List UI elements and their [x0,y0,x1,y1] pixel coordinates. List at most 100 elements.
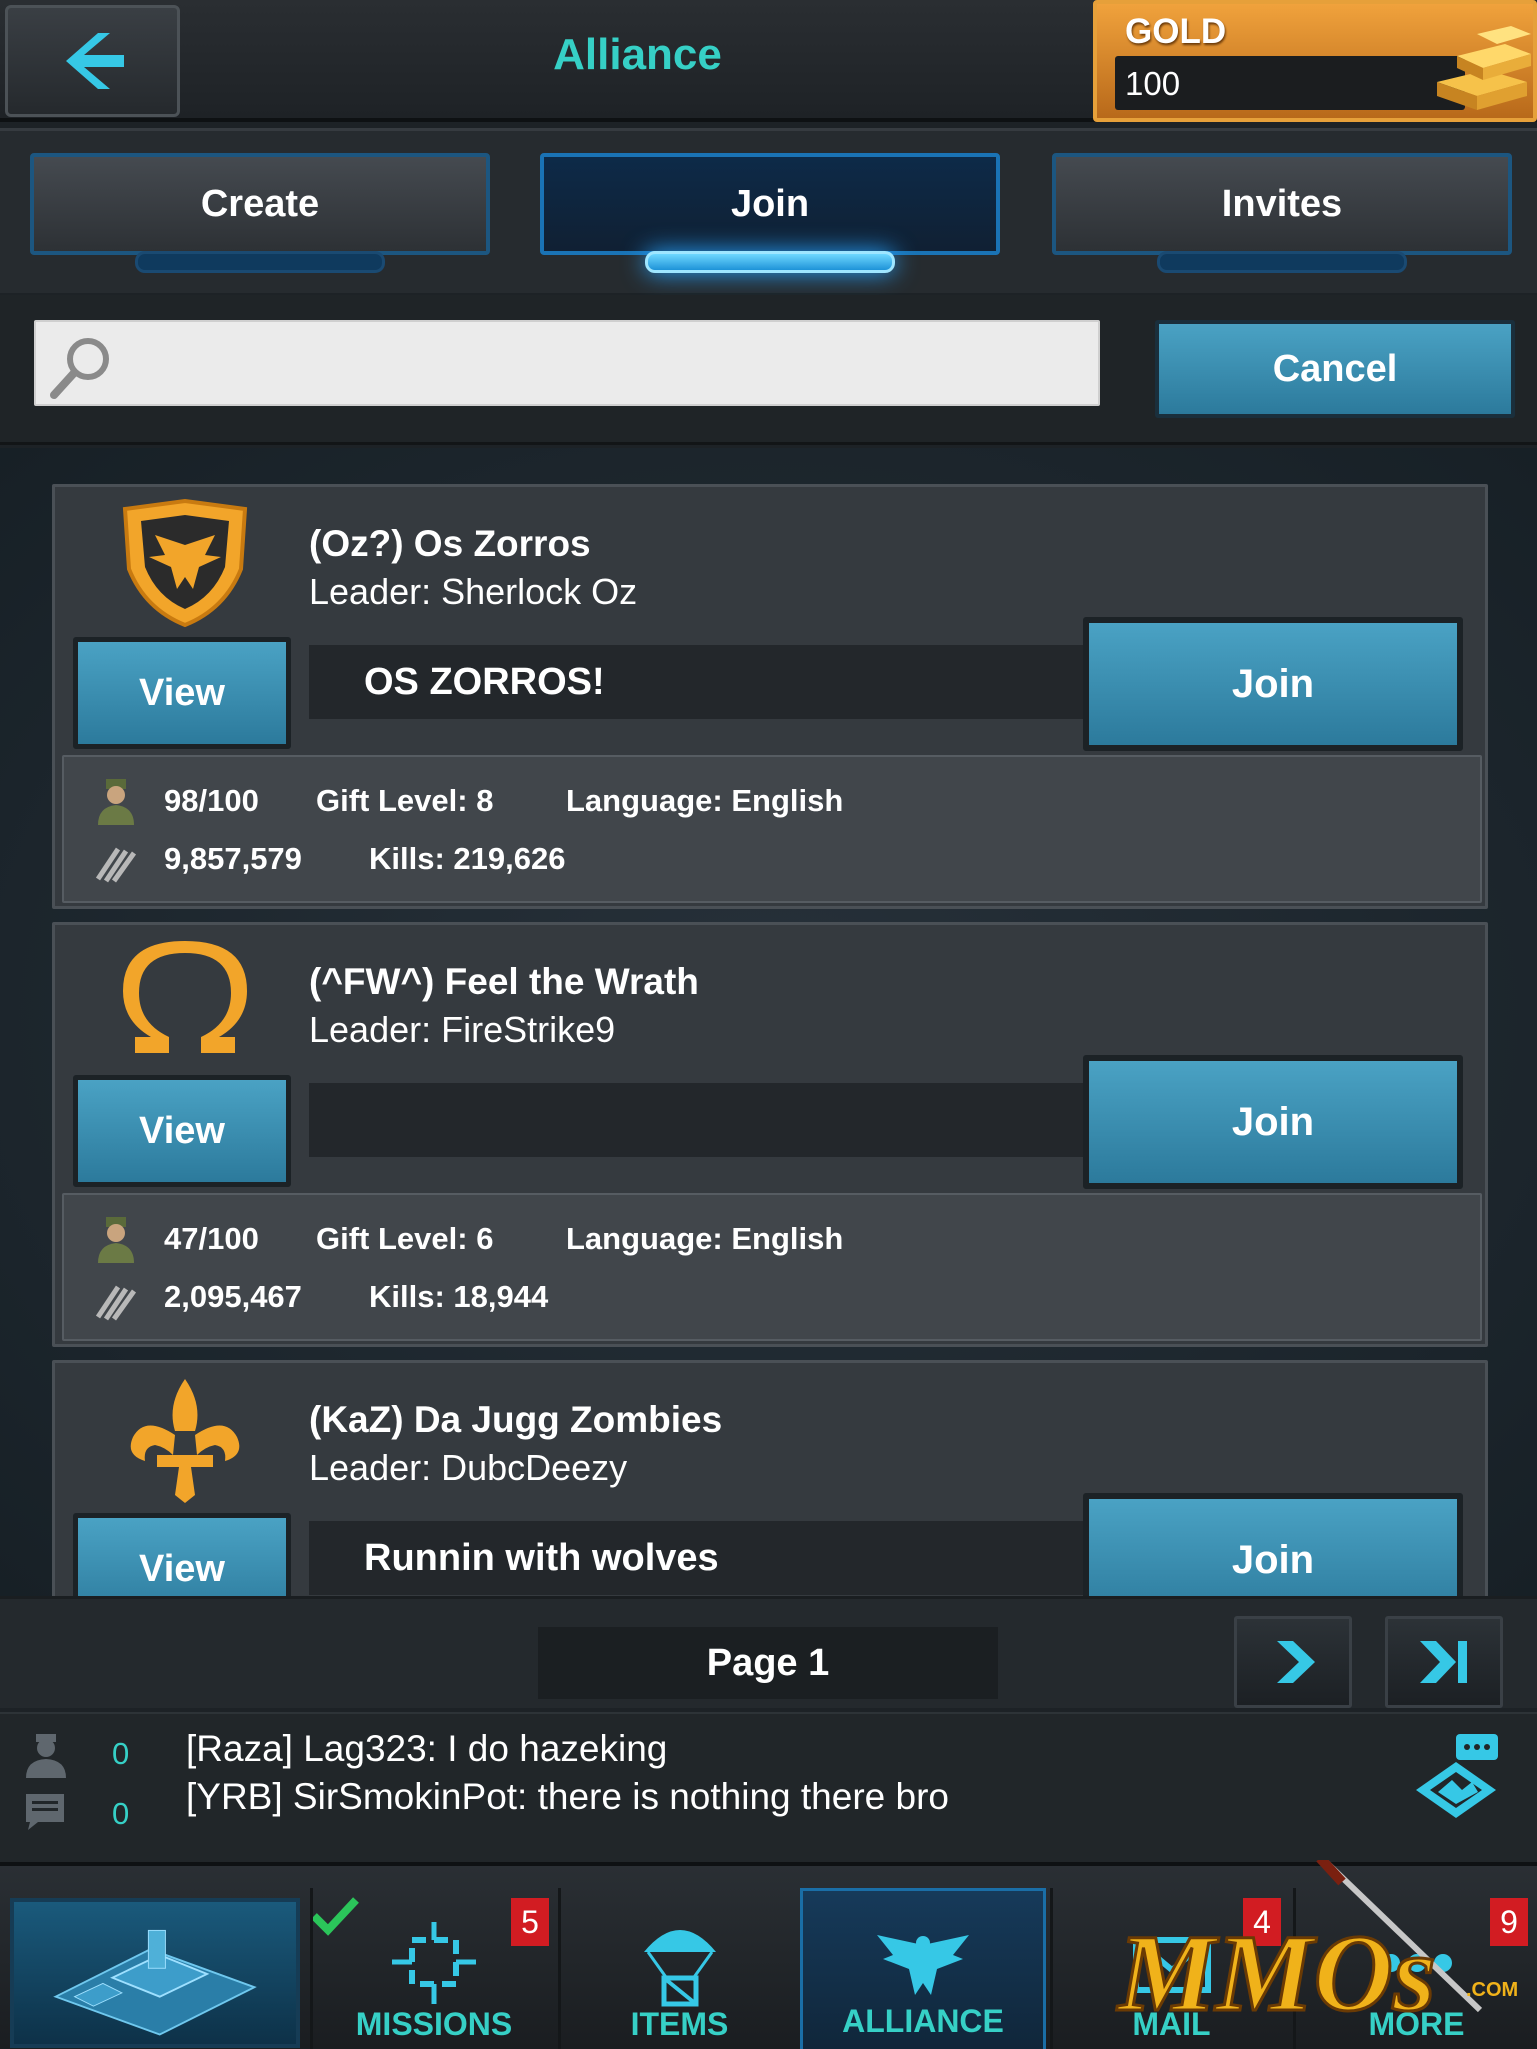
alliance-leader: Leader: DubcDeezy [309,1447,628,1488]
ammo-icon [95,1285,137,1321]
last-page-button[interactable] [1385,1616,1503,1708]
view-label: View [139,1547,225,1590]
chat-bar[interactable]: 0 0 [Raza] Lag323: I do hazeking [YRB] S… [0,1712,1537,1862]
language: Language: English [566,783,844,818]
eagle-shield-icon [122,499,248,628]
more-badge: 9 [1490,1898,1528,1946]
player-icon [26,1734,66,1778]
alliance-name: (^FW^) Feel the Wrath [309,961,699,1002]
alliance-name: (KaZ) Da Jugg Zombies [309,1399,723,1440]
player-count: 0 [112,1736,130,1771]
join-label: Join [1231,1537,1315,1582]
language: Language: English [566,1221,844,1256]
view-button[interactable]: View [73,1075,291,1187]
alliance-motto: OS ZORROS! [309,645,1091,719]
missions-badge: 5 [511,1898,549,1946]
view-label: View [139,671,225,714]
chat-message: [YRB] SirSmokinPot: there is nothing the… [186,1776,949,1817]
mail-icon [1132,1937,1211,1993]
nav-alliance-label: ALLIANCE [842,2003,1004,2039]
soldier-icon [98,1217,134,1263]
alliance-motto [309,1083,1091,1157]
gold-balance[interactable]: GOLD 100 [1093,0,1537,122]
back-button[interactable] [5,5,180,117]
alliance-card: (^FW^) Feel the Wrath Leader: FireStrike… [52,922,1488,1347]
join-button[interactable]: Join [1083,617,1463,751]
alliance-list[interactable]: (Oz?) Os Zorros Leader: Sherlock Oz View… [0,448,1537,1596]
search-icon [50,338,109,399]
message-icon [26,1794,64,1830]
alliance-tabs: Create Join Invites [0,128,1537,293]
crosshair-icon [392,1922,476,2004]
member-count: 47/100 [164,1221,259,1256]
tab-invites[interactable]: Invites [1052,153,1512,255]
join-button[interactable]: Join [1083,1493,1463,1596]
alliance-stats: 98/100 Gift Level: 8 Language: English 9… [62,755,1482,903]
message-count: 0 [112,1796,130,1831]
fleur-de-lis-icon [130,1379,240,1503]
alliance-motto-text: Runnin with wolves [364,1537,719,1579]
nav-alliance[interactable]: ALLIANCE [800,1888,1046,2049]
gold-bars-icon [1437,26,1531,110]
alliance-name: (Oz?) Os Zorros [309,523,591,564]
join-button[interactable]: Join [1083,1055,1463,1189]
gold-label: GOLD [1125,12,1227,51]
header-bar: Alliance GOLD 100 [0,0,1537,122]
nav-more[interactable]: 9 MORE [1293,1888,1537,2049]
tab-join[interactable]: Join [540,153,1000,255]
pagination-bar: Page 1 [0,1596,1537,1723]
cancel-label: Cancel [1272,347,1398,390]
alliance-leader: Leader: FireStrike9 [309,1009,616,1050]
member-count: 98/100 [164,783,259,818]
base-icon [53,1929,257,2036]
skip-to-last-icon [1420,1641,1467,1683]
ammo-icon [95,847,137,883]
nav-mail[interactable]: 4 MAIL [1050,1888,1290,2049]
alliance-motto-text: OS ZORROS! [364,661,605,703]
kills-value: Kills: 219,626 [369,841,566,876]
alliance-card: (KaZ) Da Jugg Zombies Leader: DubcDeezy … [52,1360,1488,1596]
view-button[interactable]: View [73,1513,291,1596]
kills-value: Kills: 18,944 [369,1279,549,1314]
view-button[interactable]: View [73,637,291,749]
chat-message: [Raza] Lag323: I do hazeking [186,1728,668,1769]
page-title: Alliance [553,30,722,79]
tab-create[interactable]: Create [30,153,490,255]
mail-badge: 4 [1243,1898,1281,1946]
nav-more-label: MORE [1368,2006,1465,2042]
nav-items-label: ITEMS [630,2006,729,2042]
view-label: View [139,1109,225,1152]
power-value: 9,857,579 [164,841,302,876]
parachute-icon [643,1930,716,2007]
tab-create-indicator [135,251,385,273]
gold-value-box: 100 [1115,56,1465,110]
bottom-nav: 5 MISSIONS ITEMS ALLIANCE 4 MAIL 9 MORE [0,1862,1537,2049]
tab-invites-label: Invites [1221,182,1343,225]
tab-join-indicator [645,251,895,273]
nav-missions[interactable]: 5 MISSIONS [310,1888,555,2049]
base-button[interactable] [10,1898,300,2048]
alliance-card: (Oz?) Os Zorros Leader: Sherlock Oz View… [52,484,1488,909]
chevron-right-icon [1277,1641,1315,1683]
tab-create-label: Create [200,182,320,225]
alliance-motto: Runnin with wolves [309,1521,1091,1595]
gift-level: Gift Level: 6 [316,1221,494,1256]
cancel-button[interactable]: Cancel [1155,320,1515,418]
page-indicator: Page 1 [538,1627,998,1699]
page-label: Page 1 [706,1641,830,1684]
open-chat-icon[interactable] [1412,1732,1502,1822]
nav-missions-label: MISSIONS [355,2006,513,2042]
search-input[interactable] [34,320,1100,406]
power-value: 2,095,467 [164,1279,302,1314]
tab-join-label: Join [730,182,810,225]
nav-mail-label: MAIL [1132,2006,1211,2042]
back-arrow-icon [65,33,124,89]
join-label: Join [1231,661,1315,706]
tab-invites-indicator [1157,251,1407,273]
more-icon [1381,1954,1452,1972]
nav-items[interactable]: ITEMS [558,1888,798,2049]
alliance-leader: Leader: Sherlock Oz [309,571,638,612]
alliance-stats: 47/100 Gift Level: 6 Language: English 2… [62,1193,1482,1341]
next-page-button[interactable] [1234,1616,1352,1708]
soldier-icon [98,779,134,825]
